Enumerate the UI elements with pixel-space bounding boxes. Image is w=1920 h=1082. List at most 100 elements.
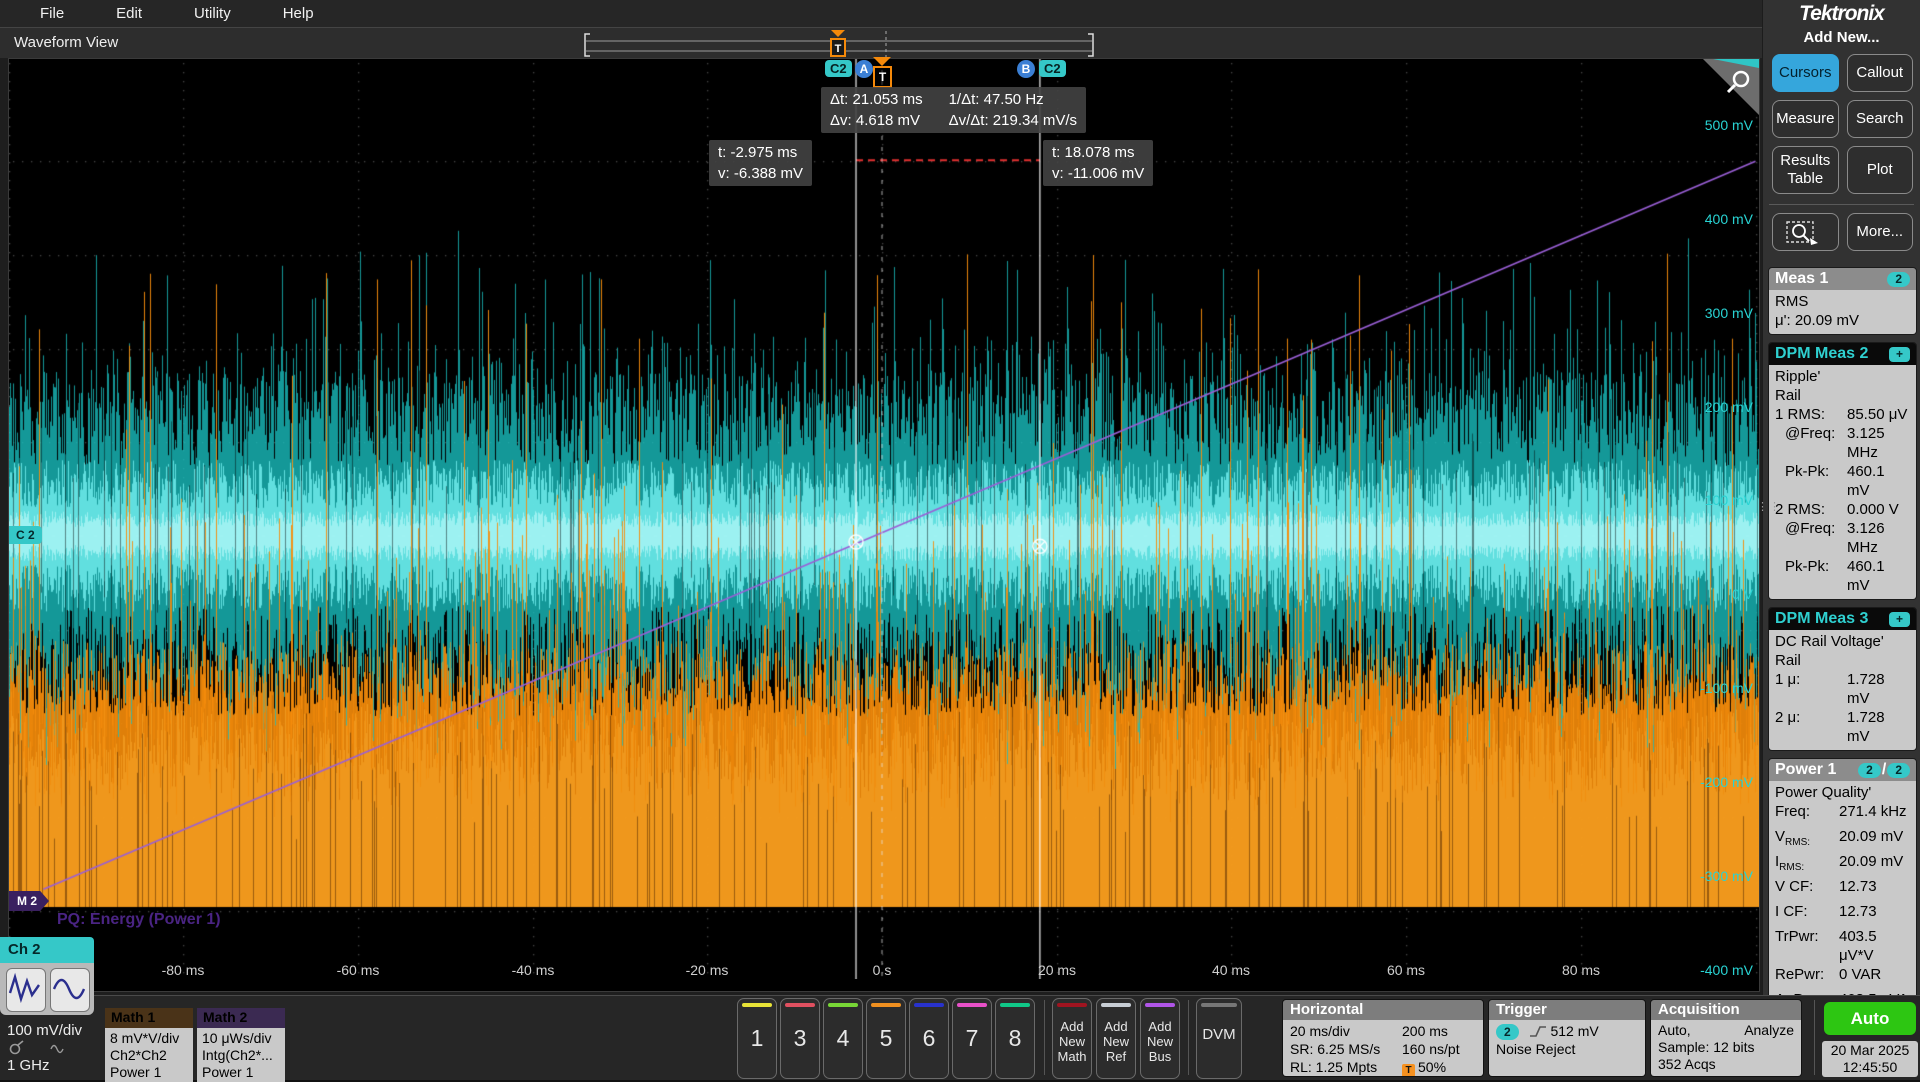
- channel-4-button[interactable]: 4: [823, 998, 863, 1079]
- menu-file[interactable]: File: [14, 5, 90, 22]
- y-axis-label: 500 mV: [1683, 117, 1753, 133]
- dvm-button[interactable]: DVM: [1196, 998, 1242, 1079]
- dpm-meas3-add-badge[interactable]: +: [1889, 612, 1910, 627]
- time: 12:45:50: [1822, 1059, 1918, 1076]
- callout-button[interactable]: Callout: [1847, 54, 1914, 92]
- date: 20 Mar 2025: [1822, 1042, 1918, 1059]
- measurement-row: VRMS:20.09 mV: [1775, 827, 1910, 852]
- dpm-meas2-add-badge[interactable]: +: [1889, 347, 1910, 362]
- channel2-scale[interactable]: 100 mV/div: [7, 1022, 82, 1039]
- divider: [1044, 1000, 1045, 1075]
- cursor-a-voltage: v: -6.388 mV: [718, 163, 803, 184]
- cursor-a-badge[interactable]: A: [855, 60, 873, 78]
- run-state-button[interactable]: Auto: [1824, 1002, 1916, 1035]
- dpm-meas2-title: DPM Meas 2: [1775, 345, 1868, 363]
- acquisition-title: Acquisition: [1651, 1000, 1801, 1020]
- math2-title: Math 2: [197, 1008, 285, 1028]
- waveform-canvas[interactable]: [9, 59, 1759, 979]
- menu-help[interactable]: Help: [257, 5, 340, 22]
- trigger-flag[interactable]: T: [872, 57, 892, 88]
- more-button[interactable]: More...: [1847, 213, 1914, 251]
- plot-button[interactable]: Plot: [1847, 146, 1914, 194]
- acquisition-mode: Auto,: [1658, 1022, 1691, 1039]
- dpm-meas2-panel[interactable]: DPM Meas 2 + Ripple' Rail 1 RMS:85.50 μV…: [1768, 342, 1917, 600]
- trigger-marker-triangle: [831, 30, 845, 37]
- rising-edge-icon: [1529, 1025, 1547, 1038]
- channel2-bandwidth[interactable]: 1 GHz: [7, 1057, 50, 1074]
- coupling-sine-icon: [51, 1046, 63, 1053]
- channel2-tab[interactable]: Ch 2: [0, 937, 94, 963]
- measurement-row: I CF:12.73: [1775, 902, 1910, 927]
- dpm-meas3-panel[interactable]: DPM Meas 3 + DC Rail Voltage' Rail 1 μ:1…: [1768, 607, 1917, 751]
- channel-7-button[interactable]: 7: [952, 998, 992, 1079]
- measurement-row: 1 RMS:85.50 μV: [1775, 405, 1910, 424]
- add-new-bus-button[interactable]: Add New Bus: [1140, 998, 1180, 1079]
- zoom-corner-handle[interactable]: [1701, 59, 1759, 117]
- math1-title: Math 1: [105, 1008, 193, 1028]
- panel-drag-handle[interactable]: ⋮⋮: [1757, 505, 1781, 510]
- measurement-row: TrPwr:403.5 μV*V: [1775, 927, 1910, 965]
- cursor-b-voltage: v: -11.006 mV: [1052, 163, 1144, 184]
- results-table-button[interactable]: Results Table: [1772, 146, 1839, 194]
- horizontal-panel[interactable]: Horizontal 20 ms/div 200 ms SR: 6.25 MS/…: [1282, 999, 1484, 1077]
- y-axis-label: 100 mV: [1683, 492, 1753, 508]
- measure-button[interactable]: Measure: [1772, 100, 1839, 138]
- x-axis-label: 40 ms: [1199, 962, 1263, 978]
- measurement-row: RePwr:0 VAR: [1775, 965, 1910, 990]
- channel-5-button[interactable]: 5: [866, 998, 906, 1079]
- trigger-panel[interactable]: Trigger 2 512 mV Noise Reject: [1488, 999, 1646, 1077]
- delta-t-value: Δt: 21.053 ms: [830, 89, 923, 110]
- horizontal-window: 200 ms: [1402, 1022, 1476, 1040]
- x-axis-label: -40 ms: [501, 962, 565, 978]
- x-axis-label: 60 ms: [1374, 962, 1438, 978]
- zoom-select-button[interactable]: [1772, 213, 1839, 251]
- menu-utility[interactable]: Utility: [168, 5, 257, 22]
- date-time-display: 20 Mar 2025 12:45:50: [1822, 1041, 1918, 1077]
- cursor-delta-readout[interactable]: Δt: 21.053 ms 1/Δt: 47.50 Hz Δv: 4.618 m…: [821, 87, 1086, 133]
- delta-v-value: Δv: 4.618 mV: [830, 110, 923, 131]
- add-new-ref-button[interactable]: Add New Ref: [1096, 998, 1136, 1079]
- meas1-panel[interactable]: Meas 1 2 RMS μ': 20.09 mV: [1768, 267, 1917, 335]
- cursor-b-source-badge[interactable]: C2: [1039, 60, 1066, 77]
- meas1-count-badge[interactable]: 2: [1887, 272, 1910, 287]
- cursor-b-badge[interactable]: B: [1017, 60, 1035, 78]
- channel-3-button[interactable]: 3: [780, 998, 820, 1079]
- add-new-math-button[interactable]: Add New Math: [1052, 998, 1092, 1079]
- acquisition-overview-bar[interactable]: T: [583, 30, 1095, 60]
- cursors-button[interactable]: Cursors: [1772, 54, 1839, 92]
- measurement-row: Freq:271.4 kHz: [1775, 802, 1910, 827]
- trigger-position-icon: T: [1402, 1064, 1415, 1077]
- y-axis-label: -200 mV: [1683, 774, 1753, 790]
- math2-energy-label[interactable]: PQ: Energy (Power 1): [57, 911, 221, 929]
- dpm-meas3-title: DPM Meas 3: [1775, 610, 1868, 628]
- dpm-meas3-type: DC Rail Voltage': [1775, 632, 1910, 651]
- power1-badge-1[interactable]: 2: [1858, 763, 1881, 778]
- menu-bar: File Edit Utility Help: [0, 0, 1762, 27]
- power1-type: Power Quality': [1775, 783, 1910, 802]
- trigger-title: Trigger: [1489, 1000, 1645, 1020]
- cursor-b-readout[interactable]: t: 18.078 ms v: -11.006 mV: [1043, 140, 1153, 186]
- channel2-zero-marker[interactable]: C 2: [9, 526, 42, 544]
- channel-8-button[interactable]: 8: [995, 998, 1035, 1079]
- sidebar-divider: [1769, 204, 1914, 205]
- sine-wave-icon: [51, 969, 87, 1009]
- waveform-style-vector-button[interactable]: [6, 968, 46, 1012]
- search-button[interactable]: Search: [1847, 100, 1914, 138]
- dpm-meas2-source: Rail: [1775, 386, 1910, 405]
- cursor-a-source-badge[interactable]: C2: [825, 60, 852, 77]
- waveform-style-sine-button[interactable]: [50, 968, 90, 1012]
- power1-badge-2[interactable]: 2: [1887, 763, 1910, 778]
- math2-badge[interactable]: Math 2 10 μWs/div Intg(Ch2*... Power 1: [197, 1008, 285, 1082]
- horizontal-title: Horizontal: [1283, 1000, 1483, 1020]
- menu-edit[interactable]: Edit: [90, 5, 168, 22]
- channel-1-button[interactable]: 1: [737, 998, 777, 1079]
- channel-6-button[interactable]: 6: [909, 998, 949, 1079]
- x-axis-label: -20 ms: [675, 962, 739, 978]
- noise-wave-icon: [7, 969, 43, 1009]
- inv-delta-t-value: 1/Δt: 47.50 Hz: [949, 89, 1077, 110]
- math1-badge[interactable]: Math 1 8 mV*V/div Ch2*Ch2 Power 1: [105, 1008, 193, 1082]
- math1-expression: Ch2*Ch2: [110, 1047, 188, 1064]
- cursor-a-readout[interactable]: t: -2.975 ms v: -6.388 mV: [709, 140, 812, 186]
- acquisition-panel[interactable]: Acquisition Auto, Analyze Sample: 12 bit…: [1650, 999, 1802, 1077]
- trigger-level: 512 mV: [1550, 1023, 1598, 1039]
